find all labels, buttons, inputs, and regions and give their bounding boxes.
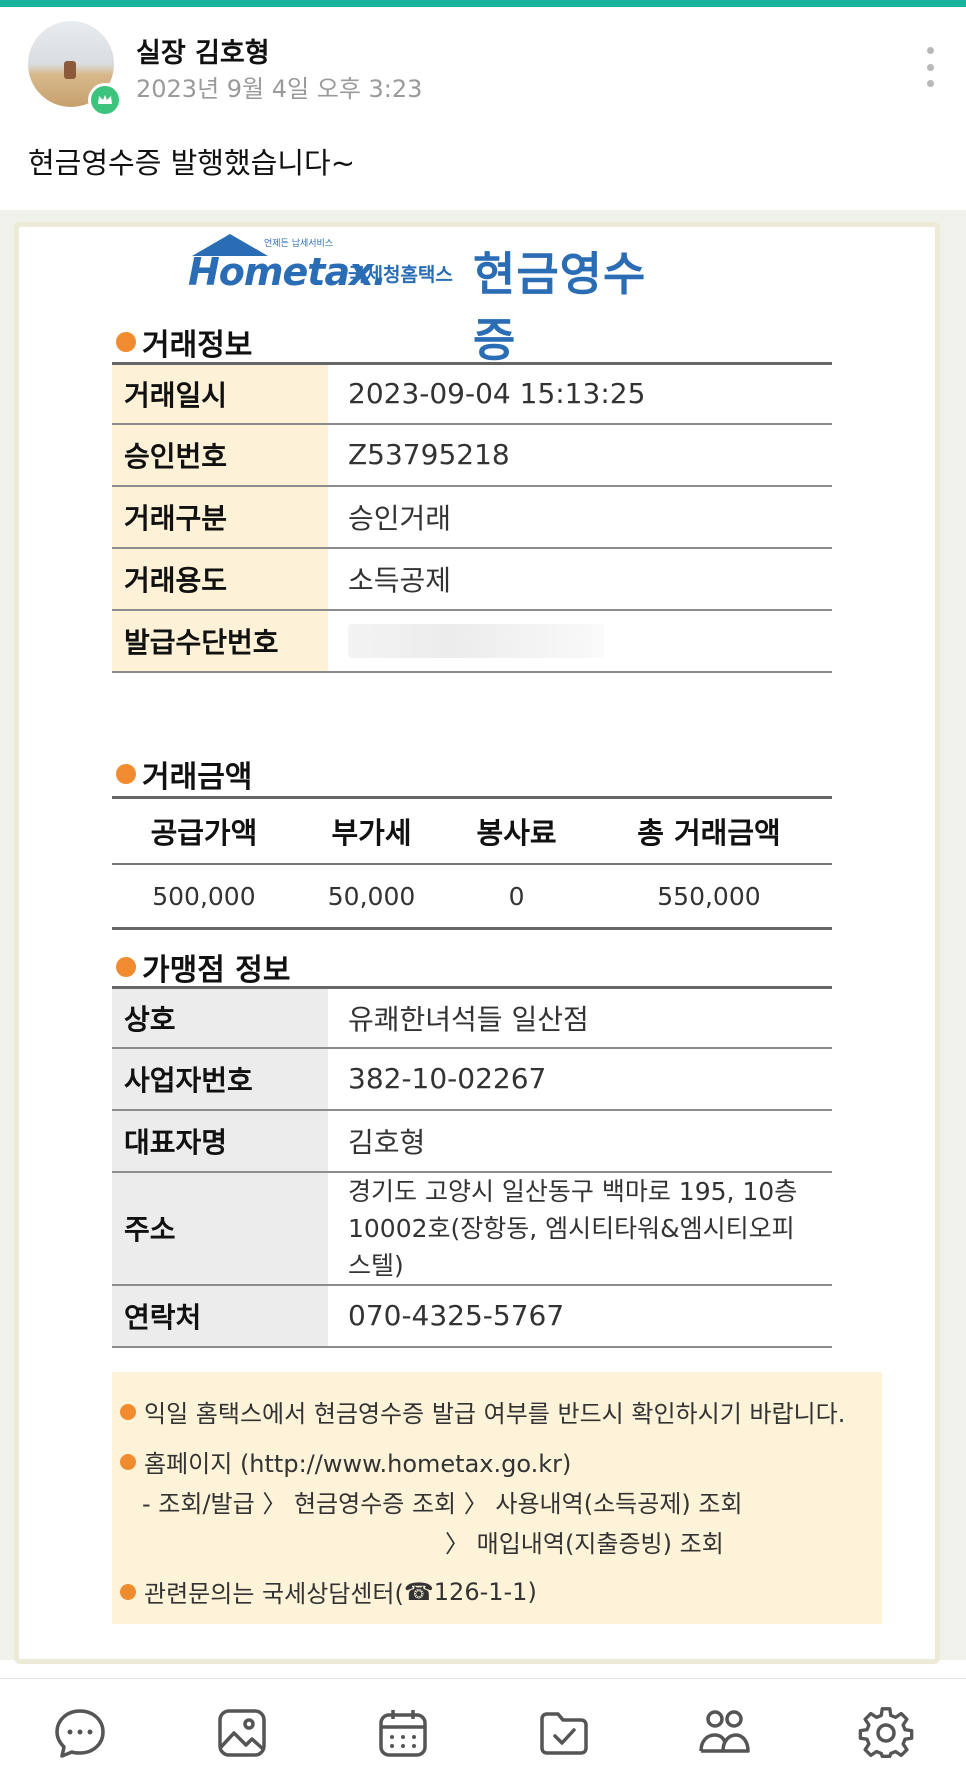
- members-icon[interactable]: [696, 1705, 752, 1761]
- post-text: 현금영수증 발행했습니다~: [28, 146, 355, 180]
- author-name[interactable]: 실장 김호형: [136, 31, 270, 70]
- amount-table: 공급가액 부가세 봉사료 총 거래금액 500,000 50,000 0 550…: [112, 796, 832, 930]
- table-row: 주소 경기도 고양시 일산동구 백마로 195, 10층 10002호(장항동,…: [112, 1171, 832, 1286]
- folder-check-icon[interactable]: [536, 1705, 592, 1761]
- table-row: 거래용도 소득공제: [112, 547, 832, 611]
- image-icon[interactable]: [214, 1705, 270, 1761]
- hometax-sub: 국세청홈택스: [348, 264, 453, 286]
- hometax-logo: 언제든 납세서비스 Hometax. 국세청홈택스 현금영수증: [188, 234, 688, 367]
- table-row: 500,000 50,000 0 550,000: [112, 864, 832, 930]
- bullet-icon: [120, 1583, 136, 1600]
- section-amount: 거래금액: [116, 752, 252, 796]
- table-row: 승인번호 Z53795218: [112, 423, 832, 487]
- blurred-issuer-number: [348, 624, 604, 658]
- table-row: 거래일시 2023-09-04 15:13:25: [112, 362, 832, 425]
- bullet-icon: [116, 957, 136, 977]
- header-supply: 공급가액: [112, 796, 296, 865]
- section-merchant: 가맹점 정보: [116, 945, 290, 989]
- header-total: 총 거래금액: [585, 796, 832, 865]
- post-header: 실장 김호형 2023년 9월 4일 오후 3:23: [0, 7, 966, 117]
- table-header-row: 공급가액 부가세 봉사료 총 거래금액: [112, 796, 832, 865]
- header-service: 봉사료: [447, 796, 586, 865]
- table-row: 사업자번호 382-10-02267: [112, 1047, 832, 1111]
- table-row: 연락처 070-4325-5767: [112, 1284, 832, 1348]
- merchant-table: 상호 유쾌한녀석들 일산점 사업자번호 382-10-02267 대표자명 김호…: [112, 986, 832, 1348]
- bullet-icon: [120, 1403, 136, 1420]
- post-timestamp: 2023년 9월 4일 오후 3:23: [136, 75, 423, 103]
- top-accent-bar: [0, 0, 966, 7]
- table-row: 발급수단번호: [112, 609, 832, 673]
- settings-icon[interactable]: [858, 1705, 914, 1761]
- chat-icon[interactable]: [52, 1705, 108, 1761]
- phone-icon: ☎: [403, 1577, 434, 1606]
- receipt-title: 현금영수증: [473, 247, 647, 367]
- transaction-table: 거래일시 2023-09-04 15:13:25 승인번호 Z53795218 …: [112, 362, 832, 673]
- bullet-icon: [116, 764, 136, 784]
- section-transaction: 거래정보: [116, 320, 252, 364]
- table-row: 대표자명 김호형: [112, 1109, 832, 1173]
- bottom-navigation: [0, 1678, 966, 1777]
- more-options-icon[interactable]: [926, 47, 936, 87]
- calendar-icon[interactable]: [375, 1705, 431, 1761]
- bullet-icon: [120, 1453, 136, 1470]
- table-row: 거래구분 승인거래: [112, 485, 832, 549]
- notice-box: 익일 홈택스에서 현금영수증 발급 여부를 반드시 확인하시기 바랍니다. 홈페…: [112, 1372, 882, 1624]
- table-row: 상호 유쾌한녀석들 일산점: [112, 986, 832, 1049]
- bullet-icon: [116, 332, 136, 352]
- crown-badge-icon: [88, 83, 122, 117]
- header-vat: 부가세: [295, 796, 448, 865]
